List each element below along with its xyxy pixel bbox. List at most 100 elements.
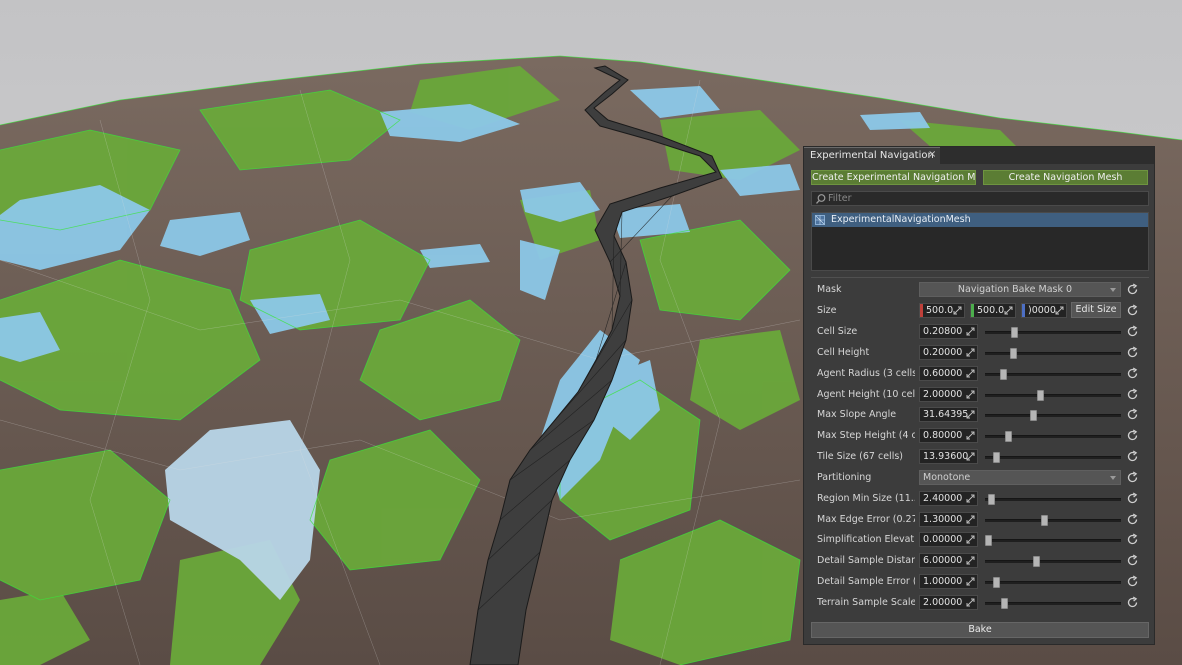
bake-button[interactable]: Bake: [811, 622, 1149, 638]
reset-icon[interactable]: [1126, 283, 1139, 296]
drag-handle-icon[interactable]: [966, 494, 975, 503]
property-value-field[interactable]: 6.00000: [919, 553, 978, 568]
property-slider[interactable]: [985, 598, 1121, 609]
reset-icon[interactable]: [1126, 575, 1139, 588]
drag-handle-icon[interactable]: [966, 598, 975, 607]
reset-icon[interactable]: [1126, 533, 1139, 546]
property-value-field[interactable]: 13.93600: [919, 449, 978, 464]
slider-thumb[interactable]: [1032, 556, 1040, 567]
property-value-field[interactable]: 1.00000: [919, 574, 978, 589]
size-y-field[interactable]: 500.0: [970, 303, 1016, 318]
property-slider[interactable]: [985, 556, 1121, 567]
property-value-field[interactable]: 0.80000: [919, 428, 978, 443]
tab-experimental-navigation[interactable]: Experimental Navigation ×: [804, 147, 940, 164]
slider-thumb[interactable]: [993, 452, 1001, 463]
property-row: Tile Size (67 cells) 13.93600: [804, 448, 1156, 465]
property-slider[interactable]: [985, 515, 1121, 526]
property-slider[interactable]: [985, 452, 1121, 463]
property-slider[interactable]: [985, 390, 1121, 401]
slider-thumb[interactable]: [987, 494, 995, 505]
create-experimental-navigation-mesh-button[interactable]: Create Experimental Navigation Mesh: [811, 170, 976, 185]
reset-icon[interactable]: [1126, 367, 1139, 380]
slider-thumb[interactable]: [1040, 515, 1048, 526]
y-axis-marker: [971, 304, 974, 317]
property-slider[interactable]: [985, 410, 1121, 421]
partitioning-dropdown[interactable]: Monotone: [919, 470, 1121, 485]
create-navigation-mesh-button[interactable]: Create Navigation Mesh: [983, 170, 1148, 185]
property-value: 2.00000: [923, 389, 963, 400]
drag-handle-icon[interactable]: [953, 306, 962, 315]
size-x-field[interactable]: 500.0: [919, 303, 965, 318]
reset-icon[interactable]: [1126, 408, 1139, 421]
property-label: Max Edge Error (0.27 ...: [817, 514, 915, 525]
filter-input[interactable]: Filter: [811, 191, 1149, 206]
drag-handle-icon[interactable]: [966, 452, 975, 461]
slider-thumb[interactable]: [985, 535, 993, 546]
property-value-field[interactable]: 2.00000: [919, 387, 978, 402]
property-value: 1.30000: [923, 514, 963, 525]
list-item[interactable]: ExperimentalNavigationMesh: [812, 213, 1148, 227]
property-value-field[interactable]: 0.20000: [919, 345, 978, 360]
property-value: 0.80000: [923, 430, 963, 441]
drag-handle-icon[interactable]: [966, 515, 975, 524]
property-slider[interactable]: [985, 327, 1121, 338]
property-value-field[interactable]: 0.60000: [919, 366, 978, 381]
drag-handle-icon[interactable]: [966, 431, 975, 440]
drag-handle-icon[interactable]: [1004, 306, 1013, 315]
reset-icon[interactable]: [1126, 325, 1139, 338]
drag-handle-icon[interactable]: [966, 577, 975, 586]
slider-thumb[interactable]: [1005, 431, 1013, 442]
slider-thumb[interactable]: [993, 577, 1001, 588]
property-value-field[interactable]: 0.20800: [919, 324, 978, 339]
drag-handle-icon[interactable]: [966, 410, 975, 419]
drag-handle-icon[interactable]: [966, 327, 975, 336]
drag-handle-icon[interactable]: [966, 556, 975, 565]
slider-thumb[interactable]: [1029, 410, 1037, 421]
property-slider[interactable]: [985, 577, 1121, 588]
reset-icon[interactable]: [1126, 450, 1139, 463]
property-slider[interactable]: [985, 348, 1121, 359]
drag-handle-icon[interactable]: [1055, 306, 1064, 315]
reset-icon[interactable]: [1126, 346, 1139, 359]
property-row: Cell Size 0.20800: [804, 323, 1156, 340]
property-value-field[interactable]: 31.64395: [919, 407, 978, 422]
drag-handle-icon[interactable]: [966, 535, 975, 544]
reset-icon[interactable]: [1126, 513, 1139, 526]
reset-icon[interactable]: [1126, 388, 1139, 401]
property-slider[interactable]: [985, 494, 1121, 505]
create-buttons-row: Create Experimental Navigation Mesh Crea…: [811, 170, 1149, 185]
slider-thumb[interactable]: [1036, 390, 1044, 401]
reset-icon[interactable]: [1126, 492, 1139, 505]
slider-thumb[interactable]: [1000, 369, 1008, 380]
slider-thumb[interactable]: [1001, 598, 1009, 609]
property-value-field[interactable]: 0.00000: [919, 532, 978, 547]
reset-icon[interactable]: [1126, 429, 1139, 442]
property-slider[interactable]: [985, 431, 1121, 442]
property-row: Terrain Sample Scale ... 2.00000: [804, 594, 1156, 611]
property-slider[interactable]: [985, 369, 1121, 380]
size-z-field[interactable]: )0000: [1021, 303, 1067, 318]
property-value: 6.00000: [923, 555, 963, 566]
reset-icon[interactable]: [1126, 304, 1139, 317]
reset-icon[interactable]: [1126, 554, 1139, 567]
drag-handle-icon[interactable]: [966, 369, 975, 378]
drag-handle-icon[interactable]: [966, 390, 975, 399]
navigation-mesh-list[interactable]: ExperimentalNavigationMesh: [811, 212, 1149, 271]
property-value-field[interactable]: 2.40000: [919, 491, 978, 506]
property-value-field[interactable]: 1.30000: [919, 512, 978, 527]
property-value-field[interactable]: 2.00000: [919, 595, 978, 610]
property-slider[interactable]: [985, 535, 1121, 546]
reset-icon[interactable]: [1126, 471, 1139, 484]
x-axis-marker: [920, 304, 923, 317]
slider-thumb[interactable]: [1010, 327, 1018, 338]
slider-thumb[interactable]: [1009, 348, 1017, 359]
partitioning-row: Partitioning Monotone: [804, 469, 1156, 486]
reset-icon[interactable]: [1126, 596, 1139, 609]
property-value: 2.00000: [923, 597, 963, 608]
mask-dropdown[interactable]: Navigation Bake Mask 0: [919, 282, 1121, 297]
drag-handle-icon[interactable]: [966, 348, 975, 357]
list-item-label: ExperimentalNavigationMesh: [831, 214, 971, 225]
close-icon[interactable]: ×: [928, 149, 936, 160]
property-label: Cell Size: [817, 326, 858, 337]
edit-size-button[interactable]: Edit Size: [1071, 302, 1121, 318]
